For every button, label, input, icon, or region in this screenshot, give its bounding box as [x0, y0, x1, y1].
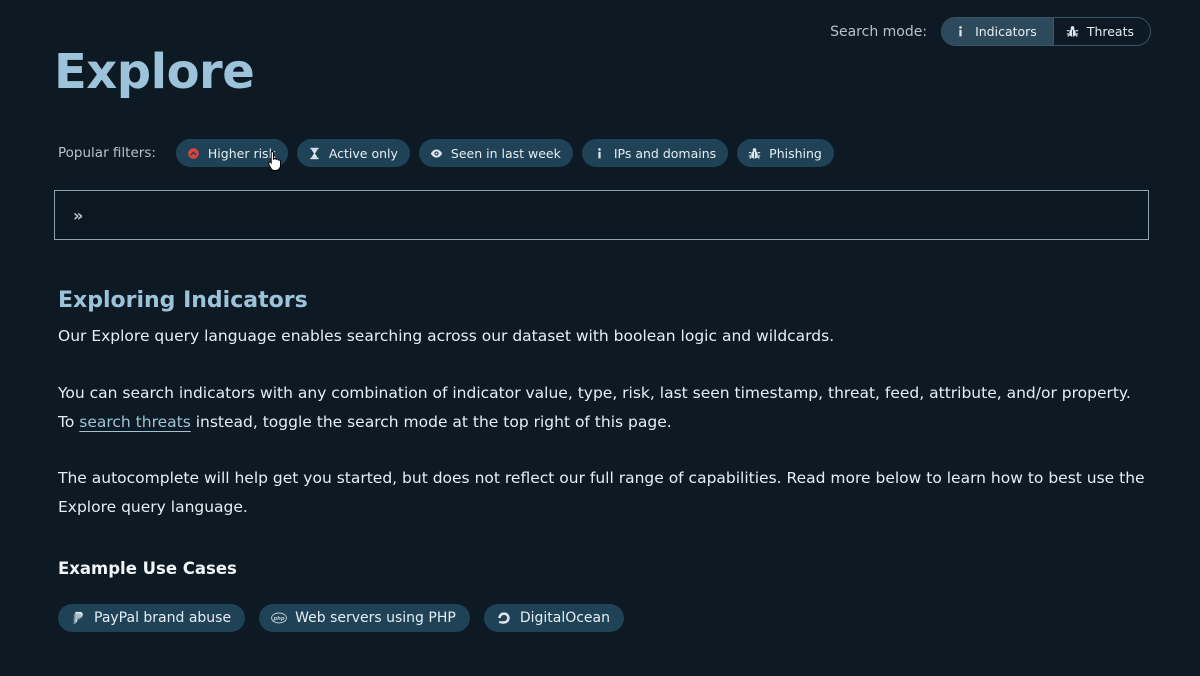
- filter-chip-ips-domains[interactable]: IPs and domains: [581, 139, 729, 167]
- popular-filters-label: Popular filters:: [58, 145, 156, 161]
- popular-filters: Popular filters: Higher risk Active only…: [58, 139, 843, 167]
- filter-chip-seen-last-week[interactable]: Seen in last week: [418, 139, 573, 167]
- filter-chip-label: IPs and domains: [613, 145, 717, 161]
- filter-chip-active-only[interactable]: Active only: [296, 139, 410, 167]
- query-box: »: [54, 190, 1149, 240]
- bug-icon: [748, 147, 761, 159]
- usecase-label: Web servers using PHP: [295, 610, 456, 626]
- usecase-paypal-brand-abuse[interactable]: PayPal brand abuse: [58, 604, 246, 632]
- eye-icon: [430, 148, 443, 158]
- svg-text:php: php: [273, 616, 285, 622]
- filter-chip-label: Higher risk: [207, 145, 276, 161]
- info-icon: [598, 147, 601, 158]
- query-prompt-icon: »: [73, 205, 84, 225]
- search-mode-label: Search mode:: [830, 23, 928, 40]
- paypal-icon: [73, 611, 83, 625]
- autocomplete-paragraph: The autocomplete will help get you start…: [58, 469, 1145, 516]
- section-heading: Exploring Indicators: [58, 288, 308, 313]
- digitalocean-icon: [498, 612, 510, 624]
- explore-page: Search mode: Indicators Threats Explore …: [0, 0, 1200, 676]
- search-threats-link[interactable]: search threats: [79, 413, 191, 431]
- search-mode-toggle: Indicators Threats: [941, 17, 1151, 46]
- filter-chip-label: Active only: [328, 145, 398, 161]
- mode-threats-button[interactable]: Threats: [1052, 18, 1150, 45]
- page-title: Explore: [54, 44, 255, 100]
- indicators-paragraph-text-end: instead, toggle the search mode at the t…: [190, 412, 672, 431]
- usecase-label: PayPal brand abuse: [94, 610, 232, 626]
- usecase-web-servers-php[interactable]: php Web servers using PHP: [259, 604, 470, 632]
- risk-icon: [188, 147, 199, 159]
- indicators-paragraph: You can search indicators with any combi…: [58, 379, 1148, 436]
- mode-indicators-button[interactable]: Indicators: [942, 18, 1053, 45]
- info-icon: [959, 26, 962, 37]
- intro-paragraph: Our Explore query language enables searc…: [58, 327, 835, 345]
- mode-threats-label: Threats: [1086, 24, 1134, 39]
- use-cases-list: PayPal brand abuse php Web servers using…: [58, 604, 638, 632]
- hourglass-icon: [310, 147, 319, 159]
- filter-chip-phishing[interactable]: Phishing: [737, 139, 834, 167]
- explore-query-input[interactable]: [93, 191, 1148, 239]
- php-icon: php: [271, 612, 288, 624]
- usecase-label: DigitalOcean: [519, 610, 610, 626]
- filter-chip-label: Phishing: [769, 145, 822, 161]
- filter-chip-label: Seen in last week: [450, 145, 561, 161]
- search-mode: Search mode: Indicators Threats: [830, 17, 1151, 46]
- usecase-digitalocean[interactable]: DigitalOcean: [483, 604, 624, 632]
- hand-cursor-icon: [268, 150, 281, 171]
- use-cases-heading: Example Use Cases: [58, 559, 237, 578]
- bug-icon: [1066, 26, 1078, 37]
- mode-indicators-label: Indicators: [975, 24, 1037, 39]
